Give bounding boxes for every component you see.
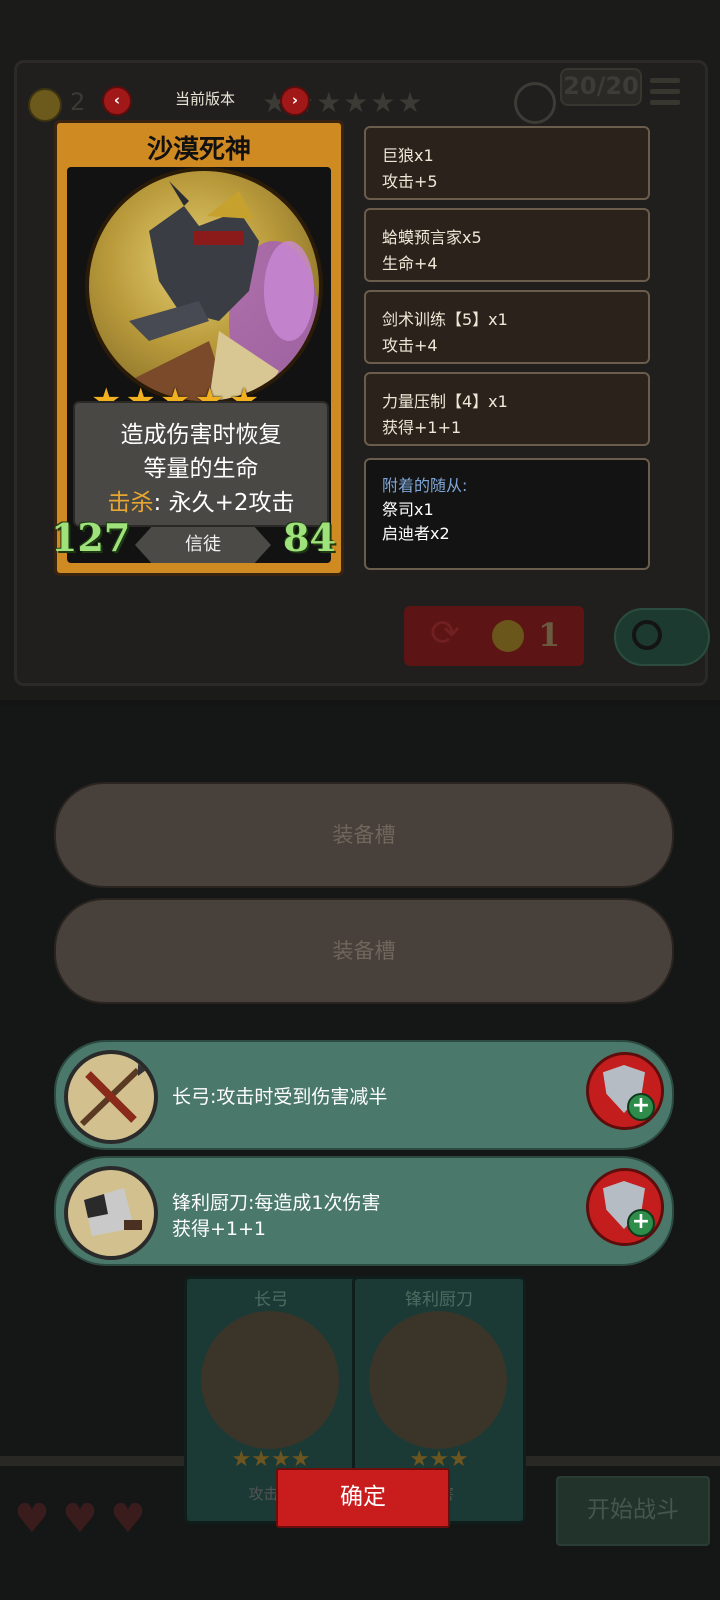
buff-effect: 攻击+4 xyxy=(382,336,438,355)
search-button[interactable] xyxy=(614,608,710,666)
tribe-badge: 信徒 xyxy=(135,527,271,563)
buff-item: 蛤蟆预言家x5 生命+4 xyxy=(364,208,650,282)
heart-icon: ♥ xyxy=(62,1496,98,1542)
item-row-cleaver[interactable]: 锋利厨刀:每造成1次伤害 获得+1+1 + xyxy=(54,1156,674,1266)
attached-item: 祭司x1 xyxy=(382,500,434,519)
kill-line: 击杀: 永久+2攻击 xyxy=(75,483,327,517)
minion-card: 沙漠死神 ★★★★★ 造成伤害时恢复 等量的生命 击杀: 永久+2攻击 12 xyxy=(51,120,344,576)
reroll-button[interactable]: ⟳ 1 xyxy=(404,606,584,666)
plus-icon: + xyxy=(627,1209,655,1237)
next-version-button[interactable]: › xyxy=(280,86,310,116)
item-text: 锋利厨刀:每造成1次伤害 xyxy=(172,1192,381,1214)
item-text: 获得+1+1 xyxy=(172,1218,267,1240)
reroll-cost: 1 xyxy=(538,616,561,654)
kill-effect: 永久+2攻击 xyxy=(168,490,295,516)
card-name: 沙漠死神 xyxy=(146,135,251,165)
health-value: 84 xyxy=(283,515,336,560)
buff-name: 巨狼x1 xyxy=(382,146,434,165)
attached-item: 启迪者x2 xyxy=(382,524,450,543)
equip-button[interactable]: + xyxy=(586,1052,664,1130)
plus-icon: + xyxy=(627,1093,655,1121)
buff-name: 力量压制【4】x1 xyxy=(382,392,508,411)
mini-card-art xyxy=(369,1311,507,1449)
buff-effect: 获得+1+1 xyxy=(382,418,462,437)
search-icon xyxy=(632,620,662,650)
longbow-icon xyxy=(64,1050,158,1144)
heart-icon: ♥ xyxy=(110,1496,146,1542)
refresh-icon: ⟳ xyxy=(430,613,461,654)
desc-line-2: 等量的生命 xyxy=(143,456,259,482)
kill-keyword: 击杀 xyxy=(107,490,154,516)
equipment-slot[interactable]: 装备槽 xyxy=(54,898,674,1004)
mini-card-art xyxy=(201,1311,339,1449)
attack-value: 127 xyxy=(51,515,131,560)
version-label: 当前版本 xyxy=(174,90,235,108)
card-portrait xyxy=(85,167,323,405)
timer-icon xyxy=(514,82,556,124)
prev-version-button[interactable]: ‹ xyxy=(102,86,132,116)
attached-minions: 附着的随从: 祭司x1 启迪者x2 xyxy=(364,458,650,570)
buff-item: 力量压制【4】x1 获得+1+1 xyxy=(364,372,650,446)
item-row-longbow[interactable]: 长弓:攻击时受到伤害减半 + xyxy=(54,1040,674,1150)
buff-effect: 攻击+5 xyxy=(382,172,438,191)
equip-button[interactable]: + xyxy=(586,1168,664,1246)
cleaver-icon xyxy=(64,1166,158,1260)
menu-icon[interactable] xyxy=(650,78,680,111)
equipment-slot[interactable]: 装备槽 xyxy=(54,782,674,888)
round-counter: 20/20 xyxy=(560,68,642,106)
card-detail-panel: 2 ★★★★★★ 20/20 ‹ 当前版本 › 沙漠死神 ★★★★★ xyxy=(0,0,720,700)
buff-item: 巨狼x1 攻击+5 xyxy=(364,126,650,200)
version-selector: ‹ 当前版本 › xyxy=(100,82,310,116)
buff-name: 蛤蟆预言家x5 xyxy=(382,228,482,247)
card-description: 造成伤害时恢复 等量的生命 击杀: 永久+2攻击 xyxy=(73,401,329,527)
confirm-button[interactable]: 确定 xyxy=(276,1468,450,1528)
start-battle-button[interactable]: 开始战斗 xyxy=(556,1476,710,1546)
mini-card-title: 锋利厨刀 xyxy=(405,1290,473,1310)
heart-icon: ♥ xyxy=(14,1496,50,1542)
bg-gold-count: 2 xyxy=(70,88,86,116)
coin-icon xyxy=(28,88,62,122)
desc-line-1: 造成伤害时恢复 xyxy=(120,422,282,448)
coin-icon xyxy=(492,620,524,652)
mini-card-title: 长弓 xyxy=(254,1290,288,1310)
buff-name: 剑术训练【5】x1 xyxy=(382,310,508,329)
kill-separator: : xyxy=(153,490,162,516)
buff-item: 剑术训练【5】x1 攻击+4 xyxy=(364,290,650,364)
buff-effect: 生命+4 xyxy=(382,254,438,273)
item-text: 长弓:攻击时受到伤害减半 xyxy=(172,1086,388,1108)
attached-title: 附着的随从: xyxy=(382,476,468,495)
